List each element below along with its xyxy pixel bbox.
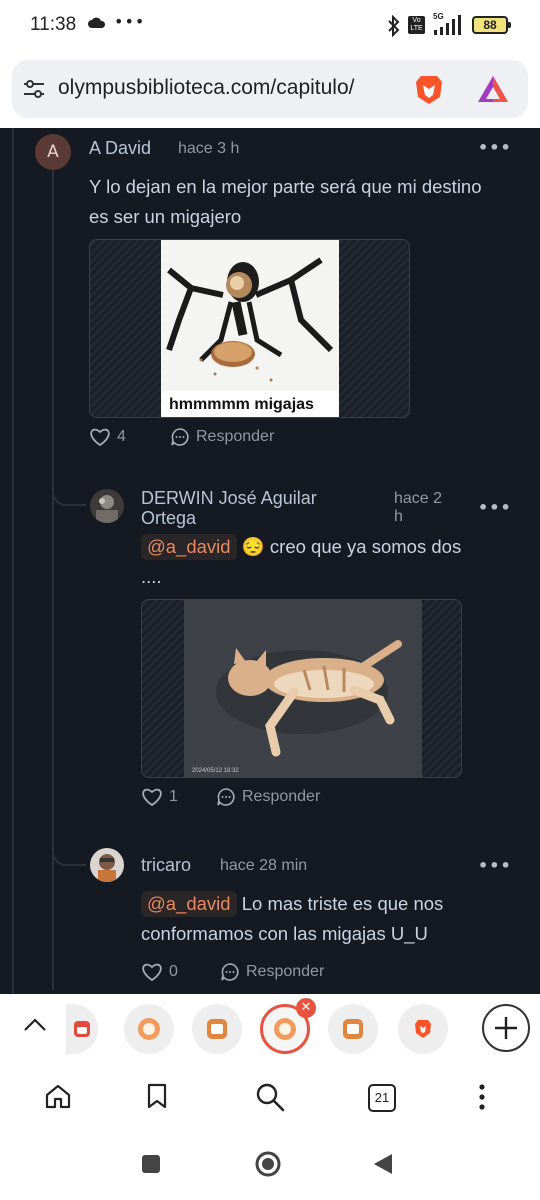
like-count: 1 [169,788,178,805]
comment-time: hace 2h [394,490,443,525]
battery-indicator: 88 [472,16,511,34]
reply-label: Responder [246,963,325,980]
tab-thumbnail[interactable] [124,1004,174,1054]
chevron-up-icon[interactable] [22,1016,48,1034]
comment-text: @a_david 😔 creo que ya somos dos .... [141,534,462,587]
volte-icon: Vo LTE [408,16,425,34]
site-tab-icon [343,1019,363,1039]
signal-icon [434,15,461,35]
tab-thumbnail[interactable] [66,1004,98,1054]
heart-icon [142,788,162,807]
reply-connector [52,458,86,506]
kebab-menu-icon[interactable] [472,1082,492,1112]
home-icon[interactable] [44,1082,72,1110]
mention-link[interactable]: @a_david [141,534,237,560]
site-tab-icon [274,1018,296,1040]
mention-link[interactable]: @a_david [141,891,237,917]
emoji: 😔 [241,536,265,557]
tune-icon[interactable] [22,78,46,100]
meme-caption: hmmmmm migajas [169,396,314,413]
square-icon[interactable] [141,1154,161,1174]
reply-button[interactable]: Responder [216,787,320,807]
brave-tab-icon [415,1020,431,1038]
avatar[interactable] [90,848,124,882]
comment-author[interactable]: tricaro [141,855,191,876]
bookmark-icon[interactable] [146,1082,168,1110]
new-tab-button[interactable] [482,1004,530,1052]
comment-icon [171,428,189,446]
url-text[interactable]: olympusbiblioteca.com/capitulo/ [58,76,354,100]
comment-author[interactable]: A David [89,138,151,159]
tab-strip: ✕ [0,994,540,1064]
site-tab-icon [138,1018,160,1040]
comment-text: @a_david Lo mas triste es que nos confor… [141,891,444,944]
brave-lion-icon[interactable] [412,73,446,107]
card-border-left [12,128,14,994]
brave-rewards-icon[interactable] [476,74,510,104]
comment-time: hace 28 min [220,857,308,874]
reply-button[interactable]: Responder [170,427,274,447]
comment-icon [217,788,235,806]
reply-label: Responder [196,428,275,445]
reply-label: Responder [242,788,321,805]
comment-text: Y lo dejan en la mejor parte será que mi… [89,176,482,227]
comment-image[interactable]: 2024/05/12 18:32 [141,599,462,778]
heart-icon [142,963,162,982]
comment-icon [221,963,239,981]
avatar[interactable] [90,489,124,523]
cloud-icon [88,17,106,28]
plus-icon [495,1017,517,1039]
avatar[interactable]: A [35,134,71,170]
tab-switcher-button[interactable]: 21 [368,1084,396,1112]
status-bar: 11:38 ••• Vo LTE 5G 88 [0,0,540,52]
tab-thumbnail[interactable] [192,1004,242,1054]
like-button[interactable]: 1 [141,787,178,807]
photo-timestamp: 2024/05/12 18:32 [192,768,239,774]
heart-icon [90,428,110,447]
site-tab-icon [207,1019,227,1039]
like-button[interactable]: 4 [89,427,126,447]
cat-photo: 2024/05/12 18:32 [184,600,422,777]
browser-toolbar: 21 [0,1064,540,1134]
like-count: 4 [117,428,126,445]
status-time: 11:38 [30,14,77,35]
comment-author[interactable]: DERWIN José Aguilar Ortega [141,488,317,528]
comment-options-icon[interactable]: ••• [478,498,512,517]
like-button[interactable]: 0 [141,962,178,982]
comment-options-icon[interactable]: ••• [478,856,512,875]
app-tab-icon [74,1021,90,1037]
meme-image [161,240,339,417]
tab-thumbnail[interactable] [398,1004,448,1054]
comment-time: hace 3 h [178,140,240,157]
reply-connector [52,818,86,866]
comment-image[interactable]: hmmmmm migajas [89,239,410,418]
search-icon[interactable] [255,1082,285,1112]
status-more-icon: ••• [114,12,146,31]
system-nav-bar [0,1134,540,1200]
tab-thumbnail[interactable] [328,1004,378,1054]
address-bar[interactable]: olympusbiblioteca.com/capitulo/ [12,60,528,118]
close-icon[interactable]: ✕ [296,998,316,1018]
circle-icon[interactable] [254,1150,282,1178]
like-count: 0 [169,963,178,980]
thread-line [52,170,54,990]
back-triangle-icon[interactable] [372,1152,394,1176]
comment-options-icon[interactable]: ••• [478,138,512,157]
bluetooth-icon [388,15,400,37]
comments-section[interactable]: A A David hace 3 h ••• Y lo dejan en la … [0,128,540,994]
reply-button[interactable]: Responder [220,962,324,982]
